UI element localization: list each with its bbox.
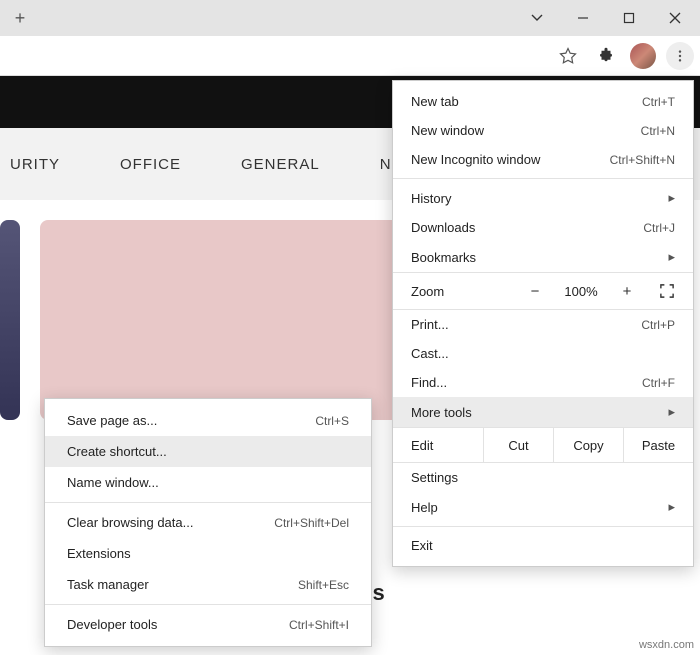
window-titlebar: +: [0, 0, 700, 36]
submenu-developer-tools[interactable]: Developer toolsCtrl+Shift+I: [45, 609, 371, 640]
app-menu: New tabCtrl+T New windowCtrl+N New Incog…: [392, 80, 694, 567]
extensions-button[interactable]: [592, 42, 620, 70]
new-tab-button[interactable]: +: [6, 4, 34, 32]
zoom-in-button[interactable]: +: [607, 283, 647, 300]
submenu-clear-browsing-data[interactable]: Clear browsing data...Ctrl+Shift+Del: [45, 507, 371, 538]
chevron-right-icon: ▸: [668, 190, 675, 206]
menu-print[interactable]: Print...Ctrl+P: [393, 310, 693, 339]
menu-incognito[interactable]: New Incognito windowCtrl+Shift+N: [393, 145, 693, 174]
nav-item[interactable]: urity: [10, 156, 60, 173]
image-credit: wsxdn.com: [639, 639, 694, 651]
app-menu-button[interactable]: [666, 42, 694, 70]
more-tools-submenu: Save page as...Ctrl+S Create shortcut...…: [44, 398, 372, 647]
menu-edit-row: Edit Cut Copy Paste: [393, 427, 693, 463]
maximize-button[interactable]: [606, 0, 652, 36]
submenu-create-shortcut[interactable]: Create shortcut...: [45, 436, 371, 467]
fullscreen-button[interactable]: [647, 284, 687, 298]
minimize-button[interactable]: [560, 0, 606, 36]
nav-item[interactable]: Office: [120, 156, 181, 173]
submenu-extensions[interactable]: Extensions: [45, 538, 371, 569]
menu-more-tools[interactable]: More tools▸: [393, 397, 693, 427]
chevron-right-icon: ▸: [668, 404, 675, 420]
chevron-right-icon: ▸: [668, 249, 675, 265]
zoom-out-button[interactable]: −: [515, 283, 555, 300]
menu-find[interactable]: Find...Ctrl+F: [393, 368, 693, 397]
menu-help[interactable]: Help▸: [393, 492, 693, 522]
copy-button[interactable]: Copy: [553, 428, 623, 462]
submenu-name-window[interactable]: Name window...: [45, 467, 371, 498]
menu-new-tab[interactable]: New tabCtrl+T: [393, 87, 693, 116]
edit-label: Edit: [393, 438, 483, 453]
chevron-right-icon: ▸: [668, 499, 675, 515]
menu-history[interactable]: History▸: [393, 183, 693, 213]
fullscreen-icon: [660, 284, 674, 298]
chevron-down-icon: [531, 12, 543, 24]
cut-button[interactable]: Cut: [483, 428, 553, 462]
minimize-icon: [577, 12, 589, 24]
menu-downloads[interactable]: DownloadsCtrl+J: [393, 213, 693, 242]
menu-settings[interactable]: Settings: [393, 463, 693, 492]
menu-zoom-row: Zoom − 100% +: [393, 272, 693, 310]
close-icon: [669, 12, 681, 24]
star-icon: [559, 47, 577, 65]
zoom-label: Zoom: [411, 284, 515, 299]
article-card[interactable]: [0, 220, 20, 420]
paste-button[interactable]: Paste: [623, 428, 693, 462]
menu-cast[interactable]: Cast...: [393, 339, 693, 368]
menu-new-window[interactable]: New windowCtrl+N: [393, 116, 693, 145]
zoom-value: 100%: [555, 284, 607, 299]
bookmark-star-button[interactable]: [554, 42, 582, 70]
nav-item[interactable]: General: [241, 156, 320, 173]
tabs-dropdown-button[interactable]: [514, 0, 560, 36]
maximize-icon: [623, 12, 635, 24]
menu-exit[interactable]: Exit: [393, 531, 693, 560]
submenu-save-page-as[interactable]: Save page as...Ctrl+S: [45, 405, 371, 436]
profile-avatar[interactable]: [630, 43, 656, 69]
submenu-task-manager[interactable]: Task managerShift+Esc: [45, 569, 371, 600]
close-button[interactable]: [652, 0, 698, 36]
browser-toolbar: [0, 36, 700, 76]
menu-bookmarks[interactable]: Bookmarks▸: [393, 242, 693, 272]
puzzle-icon: [597, 47, 615, 65]
dots-vertical-icon: [673, 49, 687, 63]
